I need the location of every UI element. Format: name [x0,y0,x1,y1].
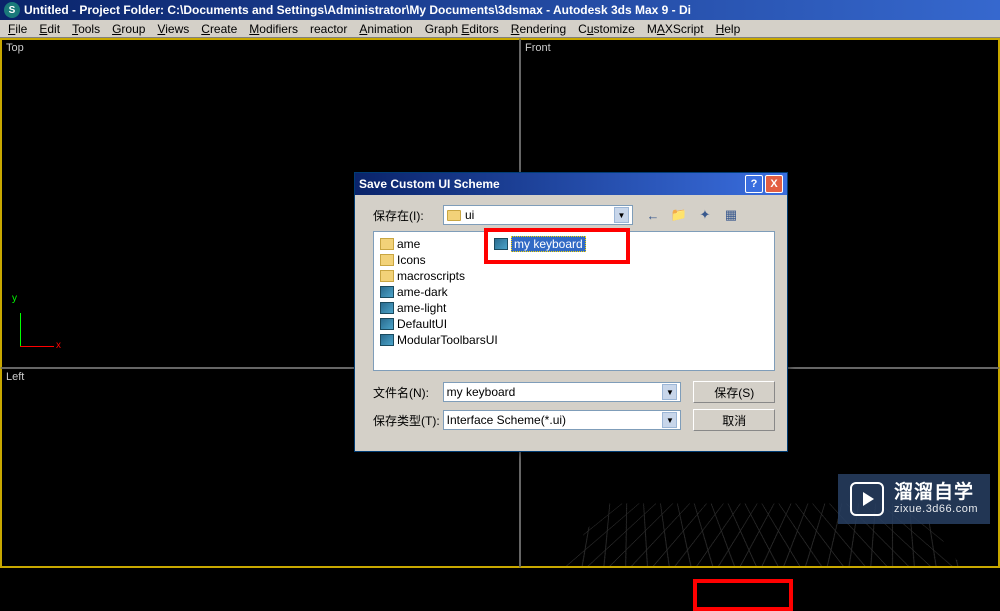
filetype-value: Interface Scheme(*.ui) [447,413,566,427]
chevron-down-icon: ▼ [662,412,677,428]
file-item[interactable]: macroscripts [378,268,770,284]
menu-edit[interactable]: Edit [33,21,66,37]
menu-animation[interactable]: Animation [353,21,418,37]
folder-icon [380,254,394,266]
cancel-button[interactable]: 取消 [693,409,775,431]
dialog-toolbar: ← 📁 ✦ ▦ [643,205,741,225]
viewport-front-label: Front [525,42,551,54]
menu-maxscript[interactable]: MAXScript [641,21,710,37]
watermark-logo-icon [850,482,884,516]
menu-create[interactable]: Create [195,21,243,37]
filename-value: my keyboard [447,385,516,399]
chevron-down-icon: ▼ [662,384,677,400]
app-icon: S [4,2,20,18]
file-name: ame [397,237,420,251]
save-in-value: ui [465,208,474,222]
axis-gizmo: y x [20,307,60,347]
axis-y-label: y [12,293,17,304]
menu-bar: File Edit Tools Group Views Create Modif… [0,20,1000,38]
chevron-down-icon: ▼ [614,207,629,223]
menu-rendering[interactable]: Rendering [505,21,572,37]
folder-icon [447,210,461,221]
file-name: DefaultUI [397,317,447,331]
new-file-item[interactable]: my keyboard [494,236,586,252]
ui-file-icon [380,302,394,314]
window-title: Untitled - Project Folder: C:\Documents … [24,3,996,17]
menu-views[interactable]: Views [151,21,195,37]
menu-help[interactable]: Help [710,21,747,37]
save-in-label: 保存在(I): [373,207,443,224]
file-item[interactable]: ModularToolbarsUI [378,332,770,348]
watermark-text: 溜溜自学 [894,483,978,504]
menu-tools[interactable]: Tools [66,21,106,37]
filename-label: 文件名(N): [373,384,443,401]
view-menu-icon[interactable]: ▦ [721,205,741,225]
dialog-close-button[interactable]: X [765,175,783,193]
watermark-url: zixue.3d66.com [894,503,978,515]
new-folder-icon[interactable]: ✦ [695,205,715,225]
new-file-name: my keyboard [511,236,586,252]
file-name: ame-light [397,301,446,315]
menu-graph-editors[interactable]: Graph Editors [419,21,505,37]
file-item[interactable]: ame-light [378,300,770,316]
dialog-help-button[interactable]: ? [745,175,763,193]
axis-x-label: x [56,340,61,351]
save-button[interactable]: 保存(S) [693,381,775,403]
folder-icon [380,270,394,282]
watermark-badge: 溜溜自学 zixue.3d66.com [838,474,990,524]
ui-file-icon [494,238,508,250]
ui-file-icon [380,286,394,298]
file-item[interactable]: DefaultUI [378,316,770,332]
menu-modifiers[interactable]: Modifiers [243,21,304,37]
filetype-label: 保存类型(T): [373,412,443,429]
up-folder-icon[interactable]: 📁 [669,205,689,225]
menu-group[interactable]: Group [106,21,151,37]
dialog-title-text: Save Custom UI Scheme [359,177,743,191]
file-list[interactable]: ame Icons macroscripts ame-dark ame-light Def… [373,231,775,371]
file-name: ModularToolbarsUI [397,333,498,347]
menu-file[interactable]: File [2,21,33,37]
menu-customize[interactable]: Customize [572,21,641,37]
folder-icon [380,238,394,250]
viewport-left-label: Left [6,371,24,383]
save-dialog: Save Custom UI Scheme ? X 保存在(I): ui ▼ ←… [354,172,788,452]
file-item[interactable]: Icons [378,252,770,268]
viewport-top-label: Top [6,42,24,54]
dialog-titlebar[interactable]: Save Custom UI Scheme ? X [355,173,787,195]
file-name: Icons [397,253,426,267]
file-name: ame-dark [397,285,448,299]
ui-file-icon [380,334,394,346]
back-icon[interactable]: ← [643,205,663,225]
window-titlebar: S Untitled - Project Folder: C:\Document… [0,0,1000,20]
filename-input[interactable]: my keyboard ▼ [443,382,682,402]
ui-file-icon [380,318,394,330]
annotation-highlight-save [693,579,793,611]
save-in-dropdown[interactable]: ui ▼ [443,205,633,225]
menu-reactor[interactable]: reactor [304,21,353,37]
file-item[interactable]: ame-dark [378,284,770,300]
file-name: macroscripts [397,269,465,283]
filetype-dropdown[interactable]: Interface Scheme(*.ui) ▼ [443,410,682,430]
